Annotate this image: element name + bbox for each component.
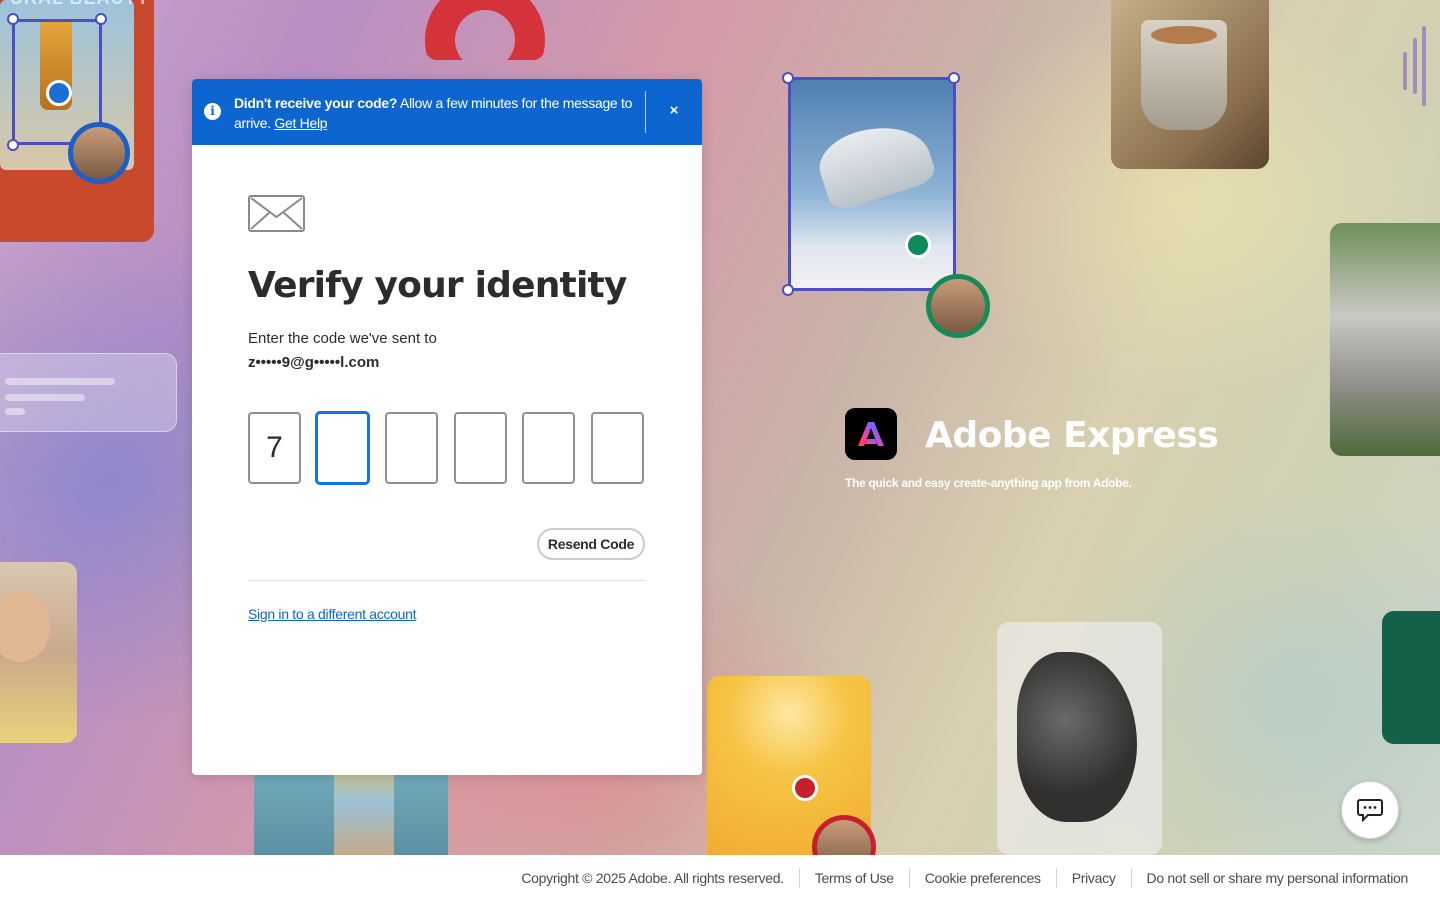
bg-tile-magnet	[425, 0, 545, 60]
chat-button[interactable]	[1341, 781, 1399, 839]
collaborator-avatar	[926, 274, 990, 338]
copyright-text: Copyright © 2025 Adobe. All rights reser…	[521, 869, 784, 886]
banner-message: Didn't receive your code? Allow a few mi…	[234, 93, 634, 133]
selection-frame	[788, 77, 956, 291]
code-digit-6[interactable]	[591, 412, 644, 484]
bg-card-headline: URAL BEAUTY	[10, 0, 150, 9]
selection-handle	[948, 72, 960, 84]
footer-separator	[908, 867, 910, 888]
bg-tile-portrait	[0, 562, 77, 743]
privacy-link[interactable]: Privacy	[1072, 870, 1116, 886]
banner-bold-text: Didn't receive your code?	[234, 95, 398, 111]
footer-separator	[1055, 867, 1057, 888]
close-icon[interactable]: ×	[662, 99, 686, 123]
bg-tile-chrome	[997, 622, 1162, 855]
code-digit-4[interactable]	[454, 412, 507, 484]
selection-handle	[95, 13, 107, 25]
info-banner: i Didn't receive your code? Allow a few …	[192, 79, 702, 145]
info-icon: i	[204, 103, 221, 120]
masked-email: z•••••9@g•••••l.com	[248, 354, 380, 371]
code-digit-5[interactable]	[522, 412, 575, 484]
divider	[248, 580, 646, 581]
adobe-express-logo-icon	[845, 408, 897, 460]
chat-icon	[1357, 799, 1383, 822]
footer: Copyright © 2025 Adobe. All rights reser…	[0, 855, 1440, 900]
code-digit-1[interactable]: 7	[248, 412, 301, 484]
verify-dialog: i Didn't receive your code? Allow a few …	[192, 79, 702, 775]
cookie-preferences-link[interactable]: Cookie preferences	[925, 870, 1041, 886]
brand-name: Adobe Express	[925, 415, 1219, 456]
color-pin	[792, 775, 818, 801]
page-title: Verify your identity	[248, 265, 627, 306]
brand-tagline: The quick and easy create-anything app f…	[845, 476, 1132, 490]
footer-separator	[1130, 867, 1132, 888]
bg-tile-house	[1330, 223, 1440, 456]
color-pin	[905, 232, 931, 258]
selection-handle	[782, 284, 794, 296]
selection-handle	[7, 13, 19, 25]
bg-tile-financial	[1382, 611, 1440, 744]
footer-separator	[798, 867, 800, 888]
banner-divider	[645, 91, 646, 133]
bg-tile-coffee	[1111, 0, 1269, 169]
selection-handle	[7, 139, 19, 151]
do-not-sell-link[interactable]: Do not sell or share my personal informa…	[1147, 870, 1409, 886]
code-digit-3[interactable]	[385, 412, 438, 484]
switch-account-link[interactable]: Sign in to a different account	[248, 606, 417, 622]
instruction-text: Enter the code we've sent to	[248, 330, 437, 347]
bg-tile-card	[0, 353, 177, 432]
get-help-link[interactable]: Get Help	[274, 115, 327, 131]
code-digit-2[interactable]	[316, 412, 369, 484]
color-pin	[46, 80, 72, 106]
collaborator-avatar	[68, 122, 130, 184]
resend-code-button[interactable]: Resend Code	[537, 528, 645, 560]
terms-of-use-link[interactable]: Terms of Use	[815, 870, 894, 886]
selection-handle	[782, 72, 794, 84]
envelope-icon	[248, 195, 305, 232]
